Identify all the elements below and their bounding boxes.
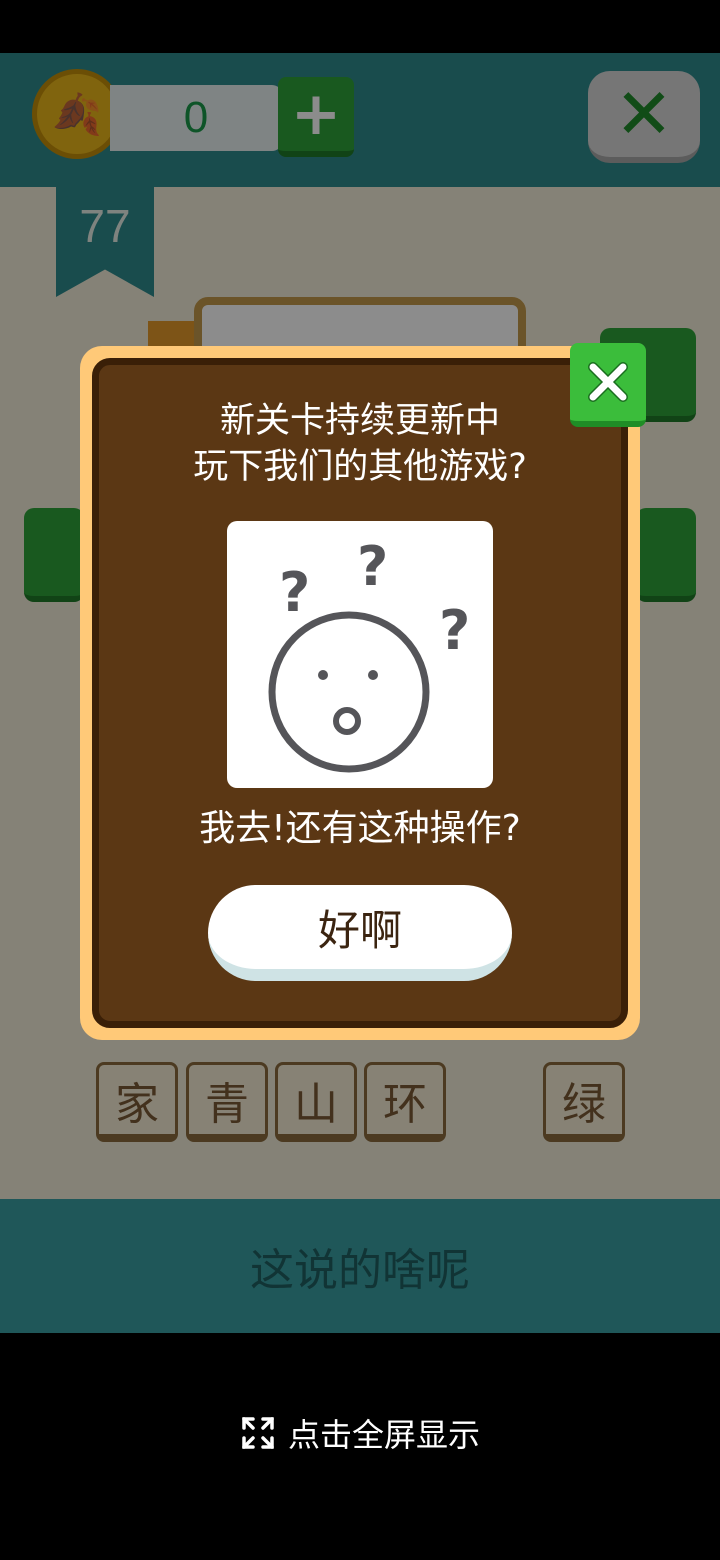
fullscreen-prompt[interactable]: 点击全屏显示 <box>0 1405 720 1461</box>
ok-button[interactable]: 好啊 <box>208 885 512 981</box>
dialog-message-line1: 新关卡持续更新中 <box>219 401 500 441</box>
fullscreen-label: 点击全屏显示 <box>287 1416 480 1454</box>
expand-icon <box>242 1417 274 1449</box>
svg-text:?: ? <box>439 599 470 662</box>
surprised-face-image: ? ? ? <box>227 521 493 788</box>
dialog-message-line2: 玩下我们的其他游戏? <box>193 447 527 487</box>
surprised-face-icon: ? ? ? <box>268 535 470 773</box>
svg-text:?: ? <box>279 561 310 624</box>
dialog-caption: 我去!还有这种操作? <box>199 808 521 849</box>
svg-text:?: ? <box>357 535 388 598</box>
